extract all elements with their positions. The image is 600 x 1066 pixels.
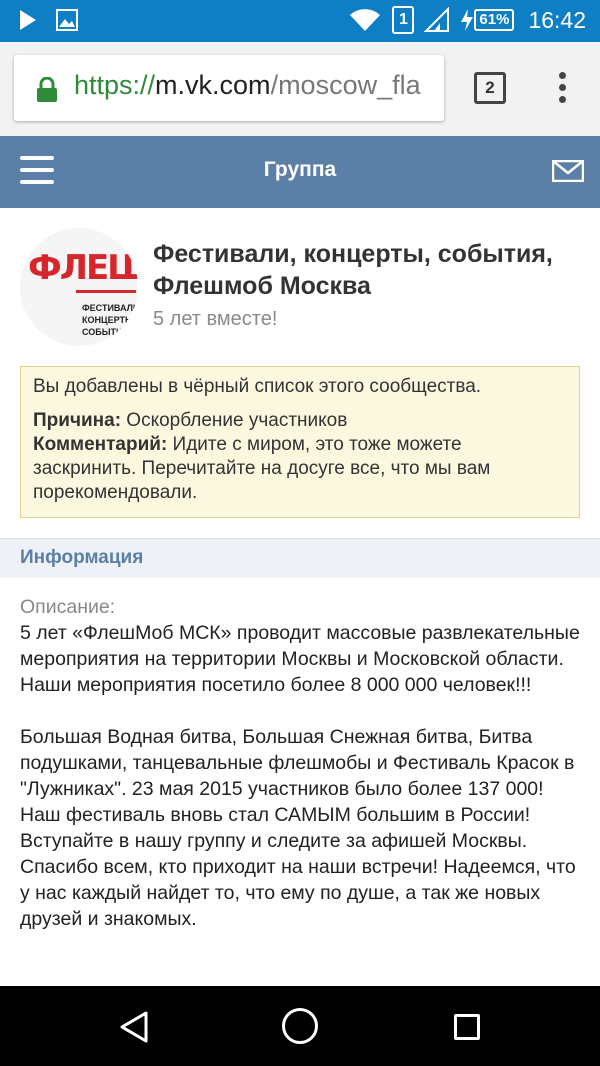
url-path: /moscow_fla: [270, 70, 421, 100]
blacklist-comment: Комментарий: Идите с миром, это тоже мож…: [33, 433, 567, 505]
info-section-title: Информация: [20, 547, 144, 568]
group-header: ФЛЕШМОБ ФЕСТИВАЛИ КОНЦЕРТЫ СОБЫТИ Фестив…: [0, 208, 600, 358]
comment-label: Комментарий:: [33, 434, 168, 455]
recent-apps-icon[interactable]: [454, 1014, 480, 1040]
avatar-logo: ФЛЕШМОБ: [28, 248, 138, 288]
avatar-text: ФЕСТИВАЛИ КОНЦЕРТЫ СОБЫТИ: [82, 303, 138, 337]
charging-icon: [461, 9, 474, 31]
url-text: https://m.vk.com/moscow_fla: [74, 70, 421, 101]
battery-indicator: 61%: [460, 8, 515, 32]
group-status: 5 лет вместе!: [153, 308, 278, 330]
group-name: Фестивали, концерты, события, Флешмоб Мо…: [153, 240, 553, 300]
play-icon: [20, 10, 36, 30]
tab-switcher-button[interactable]: 2: [474, 72, 506, 104]
back-icon[interactable]: [118, 1010, 150, 1044]
url-host: m.vk.com: [155, 70, 271, 100]
battery-level: 61%: [474, 9, 515, 31]
browser-toolbar: https://m.vk.com/moscow_fla 2: [0, 42, 600, 136]
description-label: Описание:: [20, 596, 116, 618]
reason-label: Причина:: [33, 410, 122, 431]
blacklist-reason: Причина: Оскорбление участников: [33, 409, 567, 433]
status-bar: 1 61% 16:42: [0, 0, 600, 42]
wifi-icon: [350, 9, 381, 31]
browser-menu-button[interactable]: [554, 72, 570, 108]
signal-icon: [424, 7, 450, 32]
app-header: Группа: [0, 136, 600, 208]
group-avatar[interactable]: ФЛЕШМОБ ФЕСТИВАЛИ КОНЦЕРТЫ СОБЫТИ: [20, 228, 138, 346]
blacklist-notice: Вы добавлены в чёрный список этого сообщ…: [20, 366, 580, 518]
system-nav-bar: [0, 986, 600, 1066]
address-bar[interactable]: https://m.vk.com/moscow_fla: [14, 55, 444, 121]
url-scheme: https://: [74, 70, 156, 100]
mail-icon[interactable]: [552, 160, 584, 182]
sim-indicator: 1: [392, 6, 415, 34]
avatar-divider: [76, 290, 136, 293]
blacklist-message: Вы добавлены в чёрный список этого сообщ…: [33, 376, 482, 397]
info-section-header: Информация: [0, 538, 600, 578]
lock-icon: [37, 77, 57, 102]
description-text: 5 лет «ФлешМоб МСК» проводит массовые ра…: [20, 622, 580, 930]
image-icon: [56, 9, 78, 31]
page-title: Группа: [263, 158, 337, 181]
clock: 16:42: [528, 6, 586, 33]
group-description: Описание: 5 лет «ФлешМоб МСК» проводит м…: [20, 594, 580, 986]
reason-value: Оскорбление участников: [121, 410, 348, 431]
home-icon[interactable]: [282, 1008, 318, 1044]
